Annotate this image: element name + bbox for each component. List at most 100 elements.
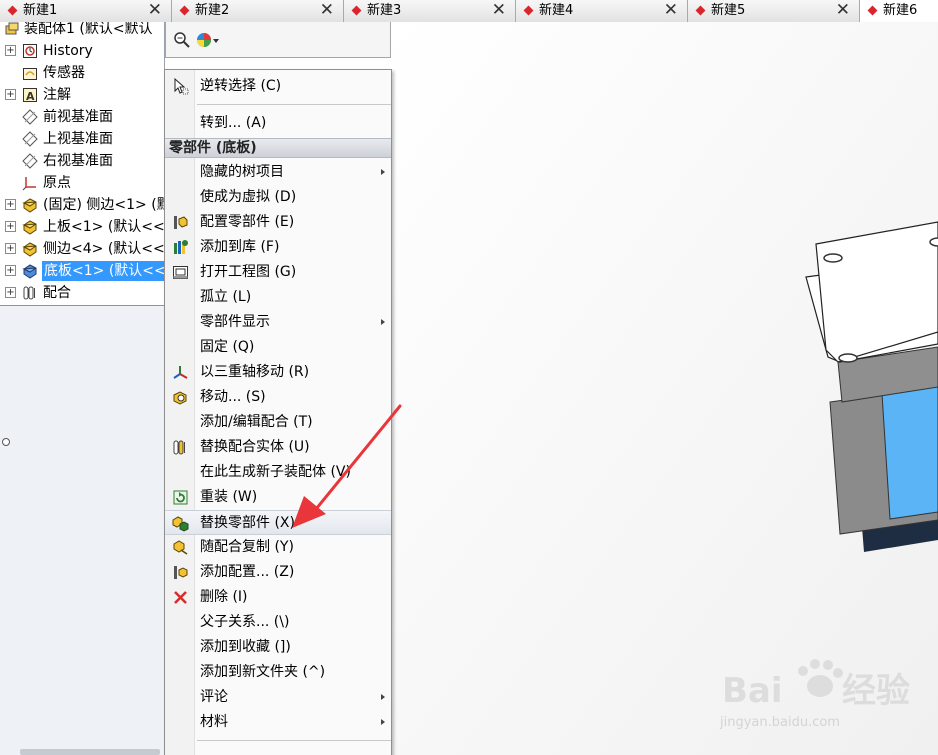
- menu-item-make-virtual[interactable]: 使成为虚拟 (D): [165, 185, 391, 210]
- drawing-icon: [173, 266, 188, 279]
- tree-root-assembly[interactable]: 装配体1 (默认<默认: [0, 22, 164, 40]
- tab-document-5[interactable]: 新建5 ✕: [688, 0, 860, 22]
- copy-with-mates-icon: [173, 540, 188, 555]
- menu-item-reload[interactable]: 重装 (W): [165, 485, 391, 510]
- menu-item-label: 添加到新文件夹 (^): [200, 664, 326, 680]
- tree-item-top-plane[interactable]: 上视基准面: [0, 128, 164, 150]
- expand-icon[interactable]: +: [5, 265, 16, 276]
- hole: [823, 253, 843, 263]
- tree-item-part-bottom-plate[interactable]: + 底板<1> (默认<<: [0, 260, 164, 282]
- menu-item-replace-mate-entities[interactable]: 替换配合实体 (U): [165, 435, 391, 460]
- cursor-icon: [174, 78, 189, 95]
- tab-label: 新建2: [195, 3, 230, 18]
- close-icon[interactable]: ✕: [148, 0, 162, 20]
- graphics-viewport[interactable]: [392, 22, 938, 755]
- assembly-icon: [5, 22, 19, 35]
- tree-item-label: History: [43, 43, 93, 59]
- document-marker-icon: [867, 5, 878, 16]
- submenu-arrow-icon: [381, 694, 385, 700]
- menu-item-hidden-tree-items[interactable]: 隐藏的树项目: [165, 160, 391, 185]
- part-icon: [22, 220, 37, 235]
- tree-item-part-top-plate[interactable]: + 上板<1> (默认<<: [0, 216, 164, 238]
- replace-component-icon: [172, 516, 189, 532]
- submenu-arrow-icon: [381, 719, 385, 725]
- tree-item-part-side-4[interactable]: + 侧边<4> (默认<<: [0, 238, 164, 260]
- menu-item-label: 配置零部件 (E): [200, 214, 295, 230]
- menu-item-label: 固定 (Q): [200, 339, 255, 355]
- tree-item-right-plane[interactable]: 右视基准面: [0, 150, 164, 172]
- hole: [929, 237, 938, 247]
- tree-item-label: 传感器: [43, 65, 85, 81]
- tree-item-annotations[interactable]: + A 注解: [0, 84, 164, 106]
- menu-item-add-edit-mate[interactable]: 添加/编辑配合 (T): [165, 410, 391, 435]
- tab-document-2[interactable]: 新建2 ✕: [172, 0, 344, 22]
- menu-item-add-to-new-folder[interactable]: 添加到新文件夹 (^): [165, 660, 391, 685]
- menu-item-label: 父子关系... (\): [200, 614, 290, 630]
- zoom-to-selection-icon[interactable]: [172, 30, 192, 50]
- tab-label: 新建6: [883, 3, 918, 18]
- tree-item-label: 原点: [43, 175, 71, 191]
- horizontal-scrollbar[interactable]: [20, 749, 160, 755]
- tab-document-3[interactable]: 新建3 ✕: [344, 0, 516, 22]
- menu-item-add-to-favorites[interactable]: 添加到收藏 (]): [165, 635, 391, 660]
- tab-document-6[interactable]: 新建6: [860, 0, 938, 22]
- menu-item-open-drawing[interactable]: 打开工程图 (G): [165, 260, 391, 285]
- panel-resize-handle[interactable]: [2, 438, 10, 446]
- tab-label: 新建3: [367, 3, 402, 18]
- menu-item-parent-child[interactable]: 父子关系... (\): [165, 610, 391, 635]
- menu-item-label: 添加到库 (F): [200, 239, 280, 255]
- assembly-model-render[interactable]: [392, 22, 938, 755]
- tab-document-4[interactable]: 新建4 ✕: [516, 0, 688, 22]
- expand-icon[interactable]: +: [5, 221, 16, 232]
- expand-icon[interactable]: +: [5, 287, 16, 298]
- menu-item-copy-with-mates[interactable]: 随配合复制 (Y): [165, 535, 391, 560]
- bottom-plate-face: [881, 385, 938, 520]
- menu-item-configure-component[interactable]: 配置零部件 (E): [165, 210, 391, 235]
- sensor-icon: [23, 68, 37, 80]
- tree-item-sensors[interactable]: 传感器: [0, 62, 164, 84]
- menu-item-invert-selection[interactable]: 逆转选择 (C): [165, 74, 391, 99]
- menu-item-move-with-triad[interactable]: 以三重轴移动 (R): [165, 360, 391, 385]
- appearance-icon[interactable]: [194, 30, 214, 50]
- add-config-icon: [174, 566, 188, 579]
- close-icon[interactable]: ✕: [492, 0, 506, 20]
- tab-document-1[interactable]: 新建1 ✕: [0, 0, 172, 22]
- part-icon: [22, 264, 37, 279]
- menu-item-replace-component[interactable]: 替换零部件 (X): [165, 510, 391, 535]
- menu-item-add-to-library[interactable]: 添加到库 (F): [165, 235, 391, 260]
- menu-item-label: 评论: [200, 689, 228, 705]
- menu-item-label: 删除 (I): [200, 589, 248, 605]
- tree-item-part-side-1[interactable]: + (固定) 侧边<1> (默: [0, 194, 164, 216]
- tree-item-origin[interactable]: 原点: [0, 172, 164, 194]
- menu-item-material[interactable]: 材料: [165, 710, 391, 735]
- menu-item-comment[interactable]: 评论: [165, 685, 391, 710]
- menu-item-label: 以三重轴移动 (R): [200, 364, 310, 380]
- replace-mate-icon: [173, 440, 185, 455]
- menu-item-goto[interactable]: 转到... (A): [165, 111, 391, 136]
- chevron-down-icon[interactable]: [212, 30, 220, 50]
- expand-icon[interactable]: +: [5, 45, 16, 56]
- tree-item-mates[interactable]: + 配合: [0, 282, 164, 304]
- menu-item-component-display[interactable]: 零部件显示: [165, 310, 391, 335]
- tree-item-history[interactable]: + History: [0, 40, 164, 62]
- menu-item-move[interactable]: 移动... (S): [165, 385, 391, 410]
- close-icon[interactable]: ✕: [320, 0, 334, 20]
- menu-item-delete[interactable]: 删除 (I): [165, 585, 391, 610]
- tree-item-label: 右视基准面: [43, 153, 113, 169]
- tree-item-label: 前视基准面: [43, 109, 113, 125]
- menu-item-fix[interactable]: 固定 (Q): [165, 335, 391, 360]
- close-icon[interactable]: ✕: [664, 0, 678, 20]
- menu-item-new-subassembly-here[interactable]: 在此生成新子装配体 (V): [165, 460, 391, 485]
- plane-icon: [22, 153, 38, 169]
- expand-icon[interactable]: +: [5, 243, 16, 254]
- menu-item-label: 零部件显示: [200, 314, 270, 330]
- expand-icon[interactable]: +: [5, 89, 16, 100]
- submenu-arrow-icon: [381, 169, 385, 175]
- tree-item-front-plane[interactable]: 前视基准面: [0, 106, 164, 128]
- close-icon[interactable]: ✕: [836, 0, 850, 20]
- plane-icon: [22, 131, 38, 147]
- svg-text:A: A: [26, 90, 35, 103]
- menu-item-add-configuration[interactable]: 添加配置... (Z): [165, 560, 391, 585]
- expand-icon[interactable]: +: [5, 199, 16, 210]
- menu-item-isolate[interactable]: 孤立 (L): [165, 285, 391, 310]
